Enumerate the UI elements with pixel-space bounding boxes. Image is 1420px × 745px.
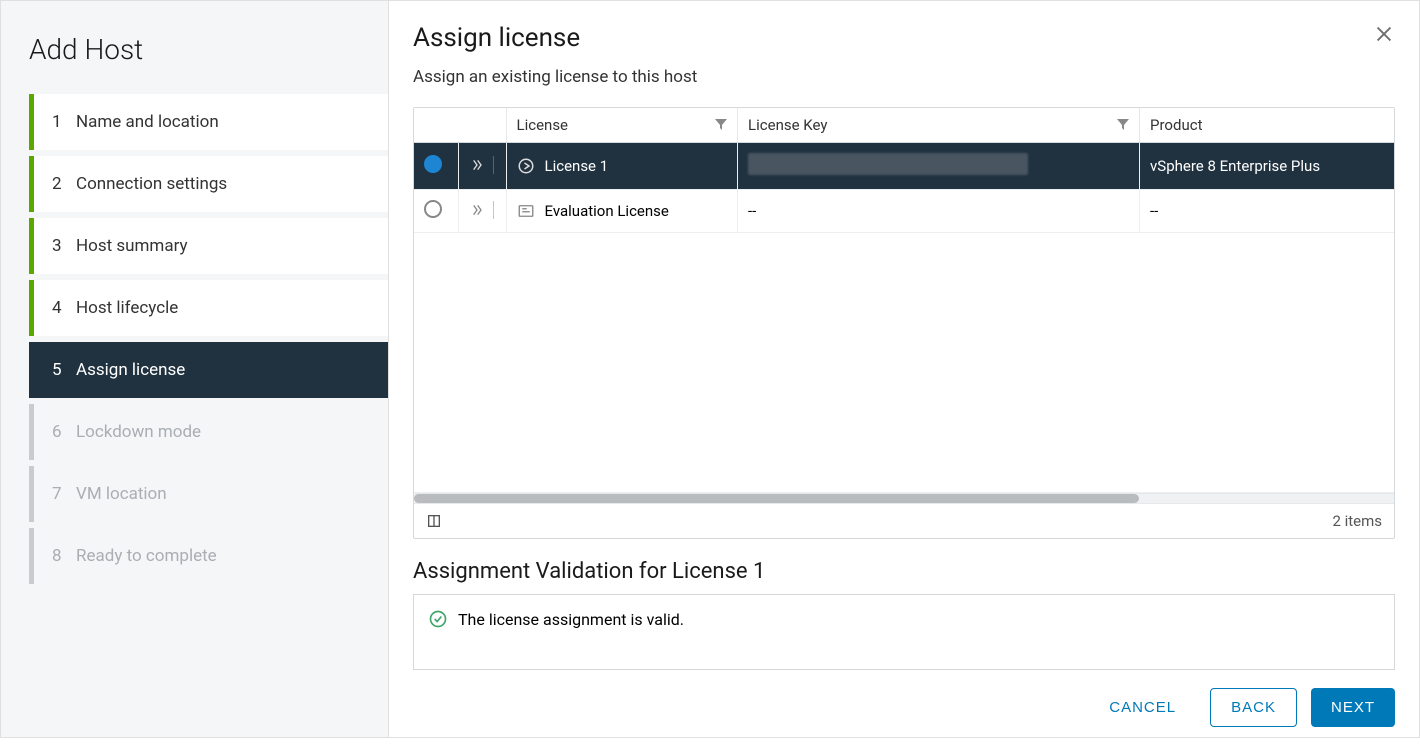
step-lockdown-mode: 6 Lockdown mode: [29, 404, 388, 460]
col-select: [414, 108, 458, 143]
step-label: Host summary: [76, 236, 188, 256]
page-subtitle: Assign an existing license to this host: [389, 61, 1419, 107]
license-name: License 1: [545, 157, 609, 175]
step-number: 3: [52, 236, 76, 256]
col-license-key[interactable]: License Key: [738, 108, 1140, 143]
wizard-title: Add Host: [1, 25, 388, 94]
col-license-label: License: [517, 116, 569, 134]
step-label: VM location: [76, 484, 167, 504]
table-footer: 2 items: [414, 503, 1394, 538]
license-assigned-icon: [517, 157, 535, 175]
validation-box: The license assignment is valid.: [413, 594, 1395, 670]
step-number: 6: [52, 422, 76, 442]
license-evaluation-icon: [517, 202, 535, 220]
filter-icon[interactable]: [1117, 119, 1129, 131]
step-ready-to-complete: 8 Ready to complete: [29, 528, 388, 584]
step-label: Lockdown mode: [76, 422, 201, 442]
step-label: Ready to complete: [76, 546, 217, 566]
expand-row-icon[interactable]: [469, 201, 494, 219]
main-header: Assign license: [389, 1, 1419, 61]
validation-title: Assignment Validation for License 1: [389, 539, 1419, 594]
step-assign-license[interactable]: 5 Assign license: [29, 342, 388, 398]
col-key-label: License Key: [748, 116, 827, 134]
separator: [493, 201, 494, 219]
step-connection-settings[interactable]: 2 Connection settings: [29, 156, 388, 212]
scrollbar-thumb[interactable]: [414, 494, 1139, 503]
col-product-label: Product: [1150, 116, 1202, 134]
wizard: Add Host 1 Name and location 2 Connectio…: [0, 0, 1420, 738]
step-number: 8: [52, 546, 76, 566]
license-key: --: [738, 190, 1140, 233]
product-name: --: [1140, 190, 1394, 233]
expand-row-icon[interactable]: [469, 156, 494, 174]
col-license[interactable]: License: [506, 108, 738, 143]
separator: [493, 156, 494, 174]
col-product[interactable]: Product: [1140, 108, 1394, 143]
column-toggle-icon[interactable]: [426, 513, 442, 529]
step-number: 7: [52, 484, 76, 504]
license-name: Evaluation License: [545, 202, 669, 220]
step-number: 2: [52, 174, 76, 194]
step-host-summary[interactable]: 3 Host summary: [29, 218, 388, 274]
license-key-redacted: [748, 153, 1028, 175]
main-panel: Assign license Assign an existing licens…: [389, 1, 1419, 737]
product-name: vSphere 8 Enterprise Plus: [1140, 143, 1394, 190]
horizontal-scrollbar[interactable]: [414, 493, 1394, 503]
step-number: 5: [52, 360, 76, 380]
radio-selected-icon[interactable]: [424, 155, 442, 173]
step-label: Assign license: [76, 360, 185, 380]
filter-icon[interactable]: [715, 119, 727, 131]
table-row[interactable]: License 1 vSphere 8 Enterprise Plus: [414, 143, 1394, 190]
step-name-and-location[interactable]: 1 Name and location: [29, 94, 388, 150]
back-button[interactable]: BACK: [1210, 688, 1297, 727]
table-row[interactable]: Evaluation License -- --: [414, 190, 1394, 233]
check-circle-icon: [428, 609, 448, 629]
step-label: Name and location: [76, 112, 219, 132]
close-icon[interactable]: [1373, 23, 1395, 51]
table-empty-space: [414, 233, 1394, 493]
col-expand: [458, 108, 506, 143]
validation-message: The license assignment is valid.: [458, 610, 684, 629]
step-number: 4: [52, 298, 76, 318]
step-number: 1: [52, 112, 76, 132]
sidebar: Add Host 1 Name and location 2 Connectio…: [1, 1, 389, 737]
cancel-button[interactable]: CANCEL: [1089, 688, 1196, 727]
page-title: Assign license: [413, 23, 580, 53]
items-count: 2 items: [1332, 512, 1382, 530]
step-label: Host lifecycle: [76, 298, 178, 318]
step-label: Connection settings: [76, 174, 227, 194]
step-host-lifecycle[interactable]: 4 Host lifecycle: [29, 280, 388, 336]
wizard-steps: 1 Name and location 2 Connection setting…: [29, 94, 388, 584]
radio-unselected-icon[interactable]: [424, 200, 442, 218]
next-button[interactable]: NEXT: [1311, 688, 1395, 727]
step-vm-location: 7 VM location: [29, 466, 388, 522]
license-table: License License Key: [413, 107, 1395, 539]
wizard-footer: CANCEL BACK NEXT: [389, 670, 1419, 745]
